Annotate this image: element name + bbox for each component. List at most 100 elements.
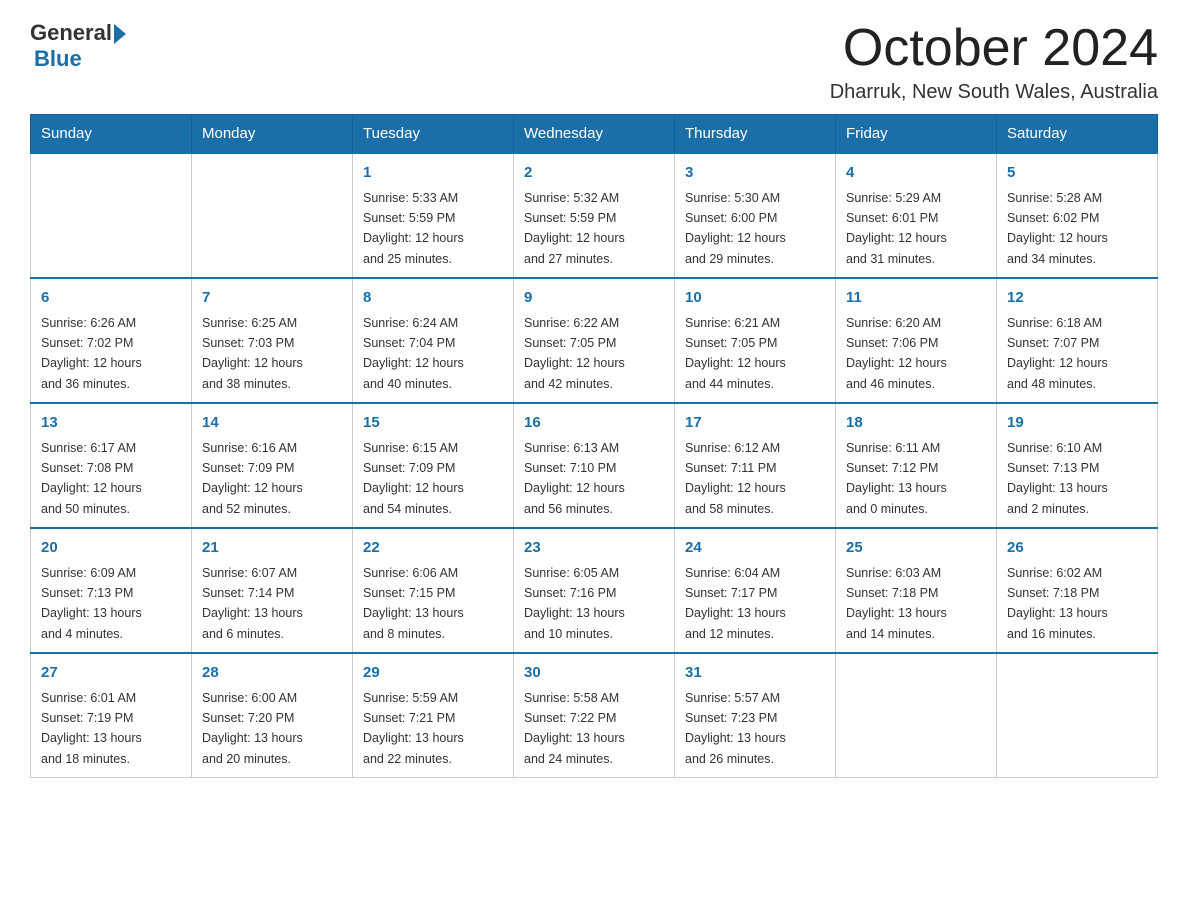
day-info: Sunrise: 6:20 AM Sunset: 7:06 PM Dayligh… — [846, 316, 947, 391]
calendar-cell: 25Sunrise: 6:03 AM Sunset: 7:18 PM Dayli… — [836, 528, 997, 653]
day-number: 13 — [41, 412, 181, 435]
day-number: 1 — [363, 162, 503, 185]
day-info: Sunrise: 6:04 AM Sunset: 7:17 PM Dayligh… — [685, 566, 786, 641]
day-info: Sunrise: 6:06 AM Sunset: 7:15 PM Dayligh… — [363, 566, 464, 641]
calendar-cell — [31, 153, 192, 278]
calendar-cell: 20 Sunrise: 6:09 AM Sunset: 7:13 PM Dayli… — [31, 528, 192, 653]
calendar-cell: 19 Sunrise: 6:10 AM Sunset: 7:13 PM Dayli… — [997, 403, 1158, 528]
day-number: 23 — [524, 537, 664, 560]
day-number: 14 — [202, 412, 342, 435]
day-info: Sunrise: 6:10 AM Sunset: 7:13 PM Dayligh… — [1007, 441, 1108, 516]
calendar-body: 1 Sunrise: 5:33 AM Sunset: 5:59 PM Daylig… — [31, 153, 1158, 778]
calendar-cell: 28Sunrise: 6:00 AM Sunset: 7:20 PM Dayli… — [192, 653, 353, 778]
calendar-cell: 26 Sunrise: 6:02 AM Sunset: 7:18 PM Dayli… — [997, 528, 1158, 653]
day-info: Sunrise: 5:29 AM Sunset: 6:01 PM Dayligh… — [846, 191, 947, 266]
day-number: 15 — [363, 412, 503, 435]
calendar-cell — [192, 153, 353, 278]
day-number: 7 — [202, 287, 342, 310]
day-number: 19 — [1007, 412, 1147, 435]
day-number: 2 — [524, 162, 664, 185]
day-info: Sunrise: 6:01 AM Sunset: 7:19 PM Dayligh… — [41, 691, 142, 766]
calendar-cell: 15 Sunrise: 6:15 AM Sunset: 7:09 PM Dayli… — [353, 403, 514, 528]
calendar-week-row: 1 Sunrise: 5:33 AM Sunset: 5:59 PM Daylig… — [31, 153, 1158, 278]
day-number: 28 — [202, 662, 342, 685]
day-info: Sunrise: 6:15 AM Sunset: 7:09 PM Dayligh… — [363, 441, 464, 516]
logo-blue-text: Blue — [34, 46, 82, 72]
day-info: Sunrise: 6:17 AM Sunset: 7:08 PM Dayligh… — [41, 441, 142, 516]
day-info: Sunrise: 6:18 AM Sunset: 7:07 PM Dayligh… — [1007, 316, 1108, 391]
logo-general-text: General — [30, 20, 112, 46]
calendar-cell: 1 Sunrise: 5:33 AM Sunset: 5:59 PM Daylig… — [353, 153, 514, 278]
calendar-week-row: 6 Sunrise: 6:26 AM Sunset: 7:02 PM Daylig… — [31, 278, 1158, 403]
calendar-cell: 31Sunrise: 5:57 AM Sunset: 7:23 PM Dayli… — [675, 653, 836, 778]
calendar-cell: 4 Sunrise: 5:29 AM Sunset: 6:01 PM Daylig… — [836, 153, 997, 278]
calendar-cell: 8Sunrise: 6:24 AM Sunset: 7:04 PM Daylig… — [353, 278, 514, 403]
weekday-header-thursday: Thursday — [675, 115, 836, 154]
calendar-header: SundayMondayTuesdayWednesdayThursdayFrid… — [31, 115, 1158, 154]
weekday-header-row: SundayMondayTuesdayWednesdayThursdayFrid… — [31, 115, 1158, 154]
day-number: 29 — [363, 662, 503, 685]
calendar-cell: 22 Sunrise: 6:06 AM Sunset: 7:15 PM Dayli… — [353, 528, 514, 653]
calendar-cell: 14Sunrise: 6:16 AM Sunset: 7:09 PM Dayli… — [192, 403, 353, 528]
calendar-week-row: 20 Sunrise: 6:09 AM Sunset: 7:13 PM Dayli… — [31, 528, 1158, 653]
calendar-cell: 13 Sunrise: 6:17 AM Sunset: 7:08 PM Dayli… — [31, 403, 192, 528]
calendar-cell: 27 Sunrise: 6:01 AM Sunset: 7:19 PM Dayli… — [31, 653, 192, 778]
day-number: 17 — [685, 412, 825, 435]
weekday-header-monday: Monday — [192, 115, 353, 154]
calendar-cell: 16 Sunrise: 6:13 AM Sunset: 7:10 PM Dayli… — [514, 403, 675, 528]
calendar-cell — [997, 653, 1158, 778]
calendar-cell: 5Sunrise: 5:28 AM Sunset: 6:02 PM Daylig… — [997, 153, 1158, 278]
day-info: Sunrise: 5:30 AM Sunset: 6:00 PM Dayligh… — [685, 191, 786, 266]
day-info: Sunrise: 6:05 AM Sunset: 7:16 PM Dayligh… — [524, 566, 625, 641]
month-title: October 2024 — [830, 20, 1158, 77]
day-number: 26 — [1007, 537, 1147, 560]
calendar-cell: 21 Sunrise: 6:07 AM Sunset: 7:14 PM Dayli… — [192, 528, 353, 653]
calendar-week-row: 27 Sunrise: 6:01 AM Sunset: 7:19 PM Dayli… — [31, 653, 1158, 778]
day-number: 30 — [524, 662, 664, 685]
day-info: Sunrise: 6:12 AM Sunset: 7:11 PM Dayligh… — [685, 441, 786, 516]
day-info: Sunrise: 6:07 AM Sunset: 7:14 PM Dayligh… — [202, 566, 303, 641]
day-info: Sunrise: 5:32 AM Sunset: 5:59 PM Dayligh… — [524, 191, 625, 266]
day-info: Sunrise: 6:26 AM Sunset: 7:02 PM Dayligh… — [41, 316, 142, 391]
day-number: 6 — [41, 287, 181, 310]
location-title: Dharruk, New South Wales, Australia — [830, 81, 1158, 104]
day-number: 18 — [846, 412, 986, 435]
page-header: General Blue October 2024 Dharruk, New S… — [30, 20, 1158, 104]
day-number: 25 — [846, 537, 986, 560]
logo: General Blue — [30, 20, 126, 72]
day-number: 11 — [846, 287, 986, 310]
calendar-cell — [836, 653, 997, 778]
calendar-cell: 12 Sunrise: 6:18 AM Sunset: 7:07 PM Dayli… — [997, 278, 1158, 403]
title-section: October 2024 Dharruk, New South Wales, A… — [830, 20, 1158, 104]
day-number: 21 — [202, 537, 342, 560]
calendar-cell: 3Sunrise: 5:30 AM Sunset: 6:00 PM Daylig… — [675, 153, 836, 278]
weekday-header-sunday: Sunday — [31, 115, 192, 154]
day-info: Sunrise: 5:59 AM Sunset: 7:21 PM Dayligh… — [363, 691, 464, 766]
calendar-cell: 7Sunrise: 6:25 AM Sunset: 7:03 PM Daylig… — [192, 278, 353, 403]
day-info: Sunrise: 6:02 AM Sunset: 7:18 PM Dayligh… — [1007, 566, 1108, 641]
day-info: Sunrise: 5:57 AM Sunset: 7:23 PM Dayligh… — [685, 691, 786, 766]
weekday-header-wednesday: Wednesday — [514, 115, 675, 154]
day-info: Sunrise: 6:13 AM Sunset: 7:10 PM Dayligh… — [524, 441, 625, 516]
calendar-cell: 6 Sunrise: 6:26 AM Sunset: 7:02 PM Daylig… — [31, 278, 192, 403]
day-info: Sunrise: 6:22 AM Sunset: 7:05 PM Dayligh… — [524, 316, 625, 391]
day-info: Sunrise: 5:33 AM Sunset: 5:59 PM Dayligh… — [363, 191, 464, 266]
day-number: 22 — [363, 537, 503, 560]
calendar-cell: 10Sunrise: 6:21 AM Sunset: 7:05 PM Dayli… — [675, 278, 836, 403]
calendar-cell: 17 Sunrise: 6:12 AM Sunset: 7:11 PM Dayli… — [675, 403, 836, 528]
calendar-cell: 23 Sunrise: 6:05 AM Sunset: 7:16 PM Dayli… — [514, 528, 675, 653]
day-info: Sunrise: 6:09 AM Sunset: 7:13 PM Dayligh… — [41, 566, 142, 641]
day-number: 20 — [41, 537, 181, 560]
weekday-header-friday: Friday — [836, 115, 997, 154]
day-info: Sunrise: 5:28 AM Sunset: 6:02 PM Dayligh… — [1007, 191, 1108, 266]
day-number: 16 — [524, 412, 664, 435]
calendar-cell: 24Sunrise: 6:04 AM Sunset: 7:17 PM Dayli… — [675, 528, 836, 653]
calendar-week-row: 13 Sunrise: 6:17 AM Sunset: 7:08 PM Dayli… — [31, 403, 1158, 528]
calendar-table: SundayMondayTuesdayWednesdayThursdayFrid… — [30, 114, 1158, 778]
day-number: 10 — [685, 287, 825, 310]
calendar-cell: 11 Sunrise: 6:20 AM Sunset: 7:06 PM Dayli… — [836, 278, 997, 403]
day-number: 27 — [41, 662, 181, 685]
day-number: 12 — [1007, 287, 1147, 310]
day-number: 4 — [846, 162, 986, 185]
calendar-cell: 18Sunrise: 6:11 AM Sunset: 7:12 PM Dayli… — [836, 403, 997, 528]
